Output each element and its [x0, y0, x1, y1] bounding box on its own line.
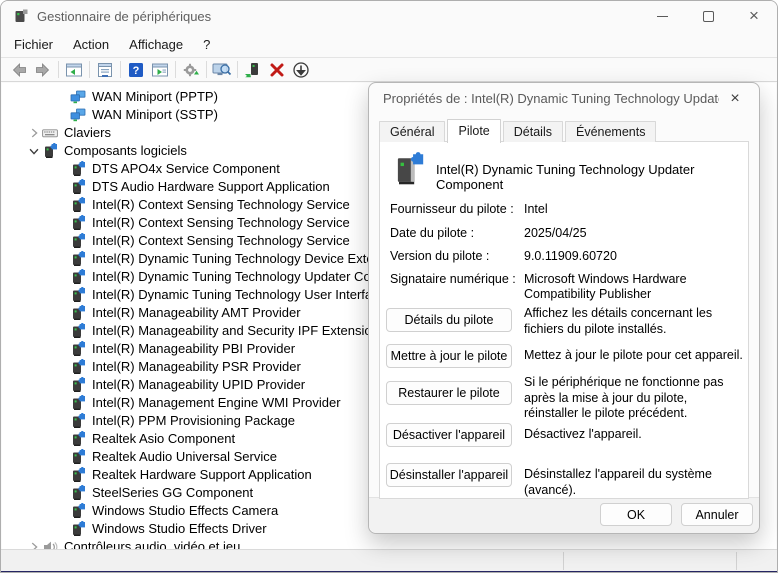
driver-tab-page: Intel(R) Dynamic Tuning Technology Updat…	[379, 141, 749, 499]
toolbar-separator	[58, 61, 59, 78]
update-driver-button[interactable]	[241, 59, 265, 80]
software-component-icon	[70, 305, 86, 321]
software-component-icon	[70, 395, 86, 411]
software-component-icon	[70, 233, 86, 249]
app-icon	[13, 8, 29, 24]
field-row: Signataire numérique :Microsoft Windows …	[390, 272, 736, 302]
toolbar-separator	[237, 61, 238, 78]
maximize-button[interactable]	[685, 1, 731, 31]
device-name: Intel(R) Dynamic Tuning Technology Updat…	[436, 162, 748, 192]
software-component-icon	[70, 449, 86, 465]
software-component-icon	[70, 251, 86, 267]
device-icon	[390, 152, 426, 188]
driver-details-button[interactable]: Détails du pilote	[386, 308, 512, 332]
software-component-icon	[70, 503, 86, 519]
field-label: Date du pilote :	[390, 226, 524, 241]
software-component-icon	[70, 485, 86, 501]
toolbar-separator	[89, 61, 90, 78]
software-component-icon	[70, 359, 86, 375]
field-row: Fournisseur du pilote :Intel	[390, 202, 736, 217]
status-bar	[1, 549, 777, 572]
uninstall-device-desc: Désinstallez l'appareil du système (avan…	[524, 467, 744, 498]
ok-button[interactable]: OK	[600, 503, 672, 526]
tab-general[interactable]: Général	[379, 121, 445, 142]
minimize-button[interactable]	[639, 1, 685, 31]
toolbar-separator	[120, 61, 121, 78]
menu-bar: Fichier Action Affichage ?	[1, 31, 777, 57]
menu-help[interactable]: ?	[193, 34, 220, 55]
field-value: 2025/04/25	[524, 226, 736, 241]
uninstall-device-button[interactable]: Désinstaller l'appareil	[386, 463, 512, 487]
svg-text:?: ?	[133, 65, 140, 77]
properties-button[interactable]	[93, 59, 117, 80]
software-component-icon	[70, 179, 86, 195]
roll-back-driver-button[interactable]: Restaurer le pilote	[386, 381, 512, 405]
chevron-expanded-icon[interactable]	[26, 143, 42, 159]
software-component-icon	[70, 197, 86, 213]
status-bar-separator	[736, 552, 737, 570]
help-button[interactable]: ?	[124, 59, 148, 80]
menu-action[interactable]: Action	[63, 34, 119, 55]
software-component-icon	[70, 215, 86, 231]
software-component-icon	[70, 287, 86, 303]
tab-pilote[interactable]: Pilote	[447, 119, 500, 143]
software-component-icon	[70, 413, 86, 429]
software-component-icon	[70, 269, 86, 285]
console-tree-button[interactable]	[62, 59, 86, 80]
software-component-icon	[70, 431, 86, 447]
disable-device-desc: Désactivez l'appareil.	[524, 427, 744, 443]
back-button[interactable]	[7, 59, 31, 80]
window-controls: ×	[639, 1, 777, 31]
disable-device-button[interactable]	[289, 59, 313, 80]
device-manager-window: Gestionnaire de périphériques × Fichier …	[0, 0, 778, 573]
properties-dialog: Propriétés de : Intel(R) Dynamic Tuning …	[368, 82, 760, 534]
update-driver-desc: Mettez à jour le pilote pour cet apparei…	[524, 348, 744, 364]
network-adapter-icon	[70, 89, 86, 105]
toolbar-separator	[206, 61, 207, 78]
field-row: Date du pilote :2025/04/25	[390, 226, 736, 241]
field-label: Version du pilote :	[390, 249, 524, 264]
cancel-button[interactable]: Annuler	[681, 503, 753, 526]
software-component-icon	[70, 323, 86, 339]
tab-details[interactable]: Détails	[503, 121, 563, 142]
dialog-title: Propriétés de : Intel(R) Dynamic Tuning …	[383, 91, 719, 106]
tab-evenements[interactable]: Événements	[565, 121, 656, 142]
field-row: Version du pilote :9.0.11909.60720	[390, 249, 736, 264]
uninstall-button[interactable]	[265, 59, 289, 80]
status-bar-separator	[563, 552, 564, 570]
field-label: Fournisseur du pilote :	[390, 202, 524, 217]
network-adapter-icon	[70, 107, 86, 123]
dialog-tabs: Général Pilote Détails Événements	[379, 118, 658, 142]
field-value: Microsoft Windows Hardware Compatibility…	[524, 272, 736, 302]
software-component-icon	[70, 467, 86, 483]
dialog-close-button[interactable]: ×	[725, 89, 745, 109]
menu-affichage[interactable]: Affichage	[119, 34, 193, 55]
roll-back-driver-desc: Si le périphérique ne fonctionne pas apr…	[524, 375, 744, 422]
driver-details-desc: Affichez les détails concernant les fich…	[524, 306, 744, 337]
field-value: Intel	[524, 202, 736, 217]
toolbar: ?	[1, 57, 777, 82]
software-component-icon	[70, 161, 86, 177]
disable-device-button-dialog[interactable]: Désactiver l'appareil	[386, 423, 512, 447]
close-button[interactable]: ×	[731, 1, 777, 31]
software-component-icon	[70, 377, 86, 393]
field-value: 9.0.11909.60720	[524, 249, 736, 264]
title-bar: Gestionnaire de périphériques ×	[1, 1, 777, 31]
scan-computer-button[interactable]	[210, 59, 234, 80]
update-driver-button-dialog[interactable]: Mettre à jour le pilote	[386, 344, 512, 368]
gear-refresh-button[interactable]	[179, 59, 203, 80]
window-title: Gestionnaire de périphériques	[37, 9, 211, 24]
field-label: Signataire numérique :	[390, 272, 524, 287]
software-component-icon	[70, 521, 86, 537]
dialog-footer: OK Annuler	[369, 497, 759, 533]
forward-button[interactable]	[31, 59, 55, 80]
software-component-icon	[42, 143, 58, 159]
chevron-collapsed-icon[interactable]	[26, 125, 42, 141]
software-component-icon	[70, 341, 86, 357]
menu-fichier[interactable]: Fichier	[4, 34, 63, 55]
export-list-button[interactable]	[148, 59, 172, 80]
keyboard-icon	[42, 125, 58, 141]
toolbar-separator	[175, 61, 176, 78]
